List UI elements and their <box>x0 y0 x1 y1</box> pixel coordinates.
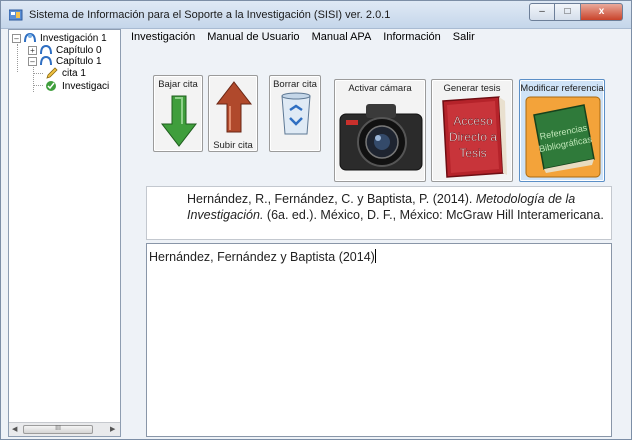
activar-camara-label: Activar cámara <box>348 83 412 94</box>
tree-node-label: Capítulo 1 <box>56 55 102 67</box>
scroll-left-icon[interactable]: ◀ <box>12 425 17 433</box>
upload-arrow-icon <box>215 81 253 133</box>
subir-cita-label: Subir cita <box>213 140 253 151</box>
app-window: Sistema de Información para el Soporte a… <box>0 0 632 440</box>
maximize-button[interactable]: □ <box>555 3 581 21</box>
modificar-referencia-label: Modificar referencia <box>520 83 604 94</box>
citation-text: Hernández, Fernández y Baptista (2014) <box>149 250 375 264</box>
references-book-icon: Referencias Bibliográficas <box>525 96 601 178</box>
tree-node-label: cita 1 <box>62 67 86 79</box>
generar-tesis-button[interactable]: Generar tesis Acceso Directo a Tesis <box>431 79 513 182</box>
thesis-image-text: Tesis <box>459 146 486 160</box>
window-title: Sistema de Información para el Soporte a… <box>29 9 391 21</box>
tree-node-label: Capítulo 0 <box>56 44 102 56</box>
expand-icon[interactable]: + <box>28 45 37 55</box>
title-bar[interactable]: Sistema de Información para el Soporte a… <box>1 1 631 29</box>
collapse-icon[interactable]: – <box>28 56 37 66</box>
thesis-image-text: Directo a <box>449 130 497 144</box>
reference-publisher: (6a. ed.). México, D. F., México: McGraw… <box>263 208 604 222</box>
borrar-cita-button[interactable]: Borrar cita <box>269 75 321 152</box>
tree-node-cita-1[interactable]: cita 1 <box>45 67 86 79</box>
tree-node-investigacion[interactable]: Investigaci <box>45 80 109 92</box>
research-icon <box>24 32 36 43</box>
app-icon <box>9 9 23 21</box>
borrar-cita-label: Borrar cita <box>273 79 317 90</box>
generar-tesis-label: Generar tesis <box>443 83 501 94</box>
menu-manual-de-usuario[interactable]: Manual de Usuario <box>207 31 299 47</box>
menu-manual-apa[interactable]: Manual APA <box>312 31 372 47</box>
reference-authors: Hernández, R., Fernández, C. y Baptista,… <box>187 192 476 206</box>
tree-node-label: Investigación 1 <box>40 32 107 44</box>
reference-text: Hernández, R., Fernández, C. y Baptista,… <box>187 191 607 223</box>
tree-horizontal-scrollbar[interactable]: ◀ III ▶ <box>9 422 120 436</box>
reference-display[interactable]: Hernández, R., Fernández, C. y Baptista,… <box>146 186 612 240</box>
citation-textarea[interactable]: Hernández, Fernández y Baptista (2014) <box>146 243 612 437</box>
tree-node-investigacion-1[interactable]: – Investigación 1 <box>12 32 107 44</box>
bajar-cita-button[interactable]: Bajar cita <box>153 75 203 152</box>
text-cursor <box>374 249 376 263</box>
menu-informacion[interactable]: Información <box>383 31 440 47</box>
collapse-icon[interactable]: – <box>12 33 21 43</box>
research-check-icon <box>46 81 56 91</box>
thesis-book-icon: Acceso Directo a Tesis <box>442 96 507 178</box>
tree-node-capitulo-1[interactable]: – Capítulo 1 <box>28 55 102 67</box>
camera-icon <box>339 104 423 171</box>
scroll-right-icon[interactable]: ▶ <box>110 425 115 433</box>
menu-investigacion[interactable]: Investigación <box>131 31 195 47</box>
thesis-image-text: Acceso <box>453 114 493 128</box>
menu-bar: Investigación Manual de Usuario Manual A… <box>125 31 481 47</box>
minimize-button[interactable]: – <box>529 3 555 21</box>
recycle-bin-icon <box>281 92 311 135</box>
tree-node-label: Investigaci <box>62 80 110 92</box>
menu-salir[interactable]: Salir <box>453 31 475 47</box>
modificar-referencia-button[interactable]: Modificar referencia Referencias Bibliog… <box>519 79 605 182</box>
pencil-icon <box>46 67 58 79</box>
download-arrow-icon <box>160 95 198 147</box>
subir-cita-button[interactable]: Subir cita <box>208 75 258 152</box>
activar-camara-button[interactable]: Activar cámara <box>334 79 426 182</box>
chapter-icon <box>40 55 52 66</box>
scroll-thumb[interactable]: III <box>23 425 93 434</box>
close-button[interactable]: x <box>581 3 623 21</box>
project-tree[interactable]: – Investigación 1 + Capítulo 0 – Capítul… <box>8 29 121 437</box>
bajar-cita-label: Bajar cita <box>158 79 198 90</box>
